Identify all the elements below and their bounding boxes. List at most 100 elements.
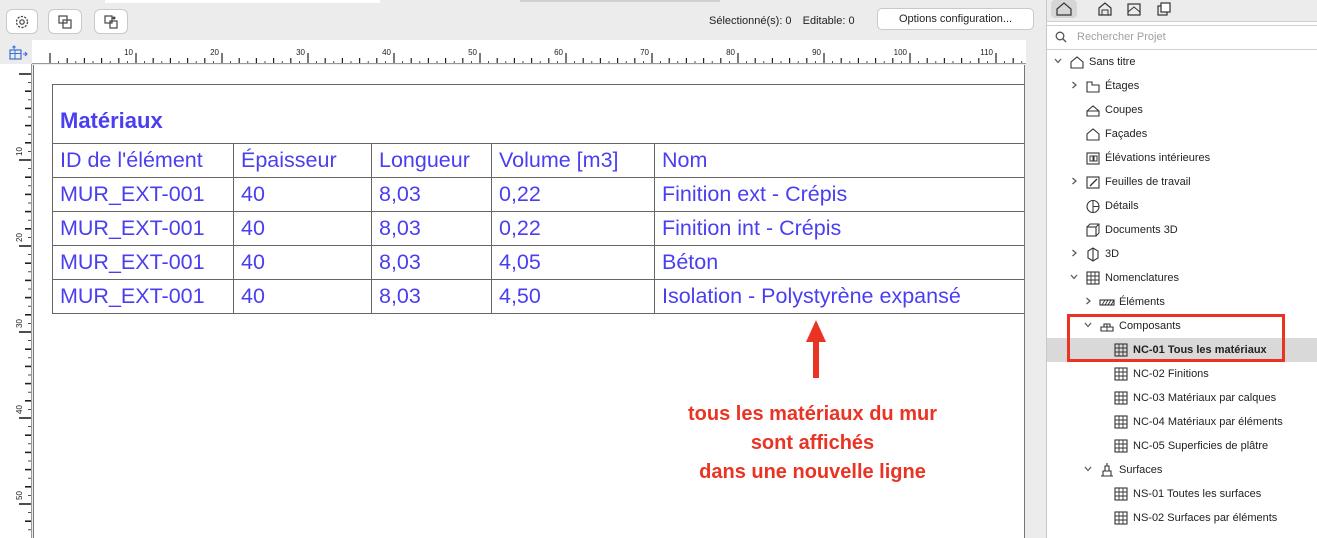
tree-item[interactable]: NC-04 Matériaux par éléments (1047, 410, 1317, 434)
tree-item-label: NS-02 Surfaces par éléments (1133, 512, 1278, 524)
tree-item[interactable]: Éléments (1047, 290, 1317, 314)
tree-item[interactable]: NS-01 Toutes les surfaces (1047, 482, 1317, 506)
tree-item-label: Détails (1105, 200, 1139, 212)
house-icon (1056, 2, 1072, 16)
ruler-corner-button[interactable] (6, 43, 30, 63)
table-row[interactable]: MUR_EXT-001 40 8,03 4,05 Béton (52, 245, 1024, 280)
tab-layout-book[interactable] (1121, 0, 1147, 18)
selection-info: Sélectionné(s): 0 Editable: 0 (709, 15, 863, 27)
cell-volume[interactable]: 4,50 (491, 279, 655, 314)
search-placeholder: Rechercher Projet (1077, 31, 1166, 43)
header-name[interactable]: Nom (654, 143, 1024, 178)
cell-thickness[interactable]: 40 (233, 211, 372, 246)
chevron-down-icon[interactable] (1083, 464, 1093, 474)
annotation-highlight-box (1067, 314, 1285, 362)
tree-item[interactable]: NC-03 Matériaux par calques (1047, 386, 1317, 410)
cell-length[interactable]: 8,03 (371, 211, 492, 246)
worksheet-icon (1086, 176, 1100, 189)
tab-project-map[interactable] (1051, 0, 1077, 18)
chevron-down-icon[interactable] (1069, 272, 1079, 282)
header-volume[interactable]: Volume [m3] (491, 143, 655, 178)
selected-count: Sélectionné(s): 0 (709, 15, 792, 27)
cell-name[interactable]: Finition ext - Crépis (654, 177, 1024, 212)
structure-button[interactable] (94, 9, 128, 34)
table-row[interactable]: MUR_EXT-001 40 8,03 0,22 Finition int - … (52, 211, 1024, 246)
settings-button[interactable] (6, 9, 38, 34)
tree-item[interactable]: Surfaces (1047, 458, 1317, 482)
interior-elevation-icon (1086, 152, 1100, 165)
ruler-label: 50 (468, 48, 477, 57)
annotation-line: sont affichés (750, 432, 875, 454)
tree-item[interactable]: 3D (1047, 242, 1317, 266)
chevron-right-icon[interactable] (1069, 80, 1079, 90)
tree-item-label: Nomenclatures (1105, 272, 1179, 284)
cell-volume[interactable]: 4,05 (491, 245, 655, 280)
top-toolbar: Sélectionné(s): 0 Editable: 0 Options co… (0, 0, 1040, 40)
table-row[interactable]: MUR_EXT-001 40 8,03 4,50 Isolation - Pol… (52, 279, 1024, 314)
table-icon (1114, 439, 1128, 453)
detail-icon (1086, 199, 1100, 214)
surfaces-icon (1101, 463, 1113, 477)
cell-thickness[interactable]: 40 (233, 245, 372, 280)
tree-item-label: Feuilles de travail (1105, 176, 1191, 188)
tree-item[interactable]: NC-05 Superficies de plâtre (1047, 434, 1317, 458)
tree-item-label: NC-02 Finitions (1133, 368, 1209, 380)
cell-length[interactable]: 8,03 (371, 279, 492, 314)
schedule-title: Matériaux (52, 84, 1024, 144)
horizontal-ruler-ticks: 10 20 30 40 50 60 70 80 90 100 110 (49, 48, 1023, 63)
header-thickness[interactable]: Épaisseur (233, 143, 372, 178)
tree-item-label: NC-03 Matériaux par calques (1133, 392, 1277, 404)
cell-element-id[interactable]: MUR_EXT-001 (52, 279, 234, 314)
cell-volume[interactable]: 0,22 (491, 211, 655, 246)
chevron-right-icon[interactable] (1069, 248, 1079, 258)
materials-schedule-table[interactable]: Matériaux ID de l'élément Épaisseur Long… (52, 84, 1024, 314)
tree-item-label: Façades (1105, 128, 1148, 140)
cell-name[interactable]: Finition int - Crépis (654, 211, 1024, 246)
tree-item[interactable]: Coupes (1047, 98, 1317, 122)
navigator-tabs (1047, 0, 1317, 22)
cell-element-id[interactable]: MUR_EXT-001 (52, 245, 234, 280)
tree-item[interactable]: Élévations intérieures (1047, 146, 1317, 170)
ruler-label: 30 (15, 319, 24, 328)
chevron-right-icon[interactable] (1069, 176, 1079, 186)
tree-item[interactable]: Étages (1047, 74, 1317, 98)
tree-item[interactable]: Feuilles de travail (1047, 170, 1317, 194)
document-3d-icon (1086, 223, 1100, 237)
tree-item[interactable]: Détails (1047, 194, 1317, 218)
tree-item-label: 3D (1105, 248, 1120, 260)
house-icon (1070, 56, 1084, 69)
cell-volume[interactable]: 0,22 (491, 177, 655, 212)
tree-item[interactable]: NC-02 Finitions (1047, 362, 1317, 386)
cell-element-id[interactable]: MUR_EXT-001 (52, 211, 234, 246)
tree-item[interactable]: Nomenclatures (1047, 266, 1317, 290)
header-length[interactable]: Longueur (371, 143, 492, 178)
project-search-field[interactable]: Rechercher Projet (1047, 25, 1317, 50)
cell-name[interactable]: Isolation - Polystyrène expansé (654, 279, 1024, 314)
layout-button[interactable] (48, 9, 82, 34)
tab-publisher-sets[interactable] (1151, 0, 1177, 18)
cell-element-id[interactable]: MUR_EXT-001 (52, 177, 234, 212)
horizontal-ruler[interactable]: 10 20 30 40 50 60 70 80 90 100 110 (32, 40, 1026, 64)
cell-thickness[interactable]: 40 (233, 177, 372, 212)
tree-item[interactable]: NS-02 Surfaces par éléments (1047, 506, 1317, 530)
vertical-ruler-ticks: 10 20 30 40 50 (15, 73, 31, 531)
vertical-ruler[interactable]: 10 20 30 40 50 (0, 64, 32, 538)
header-element-id[interactable]: ID de l'élément (52, 143, 234, 178)
chevron-right-icon[interactable] (1083, 296, 1093, 306)
editable-count: Editable: 0 (802, 15, 855, 27)
cell-length[interactable]: 8,03 (371, 177, 492, 212)
cell-thickness[interactable]: 40 (233, 279, 372, 314)
cell-length[interactable]: 8,03 (371, 245, 492, 280)
project-tree[interactable]: Sans titre Étages Coupes Façades Élévations … (1047, 50, 1317, 530)
tree-item[interactable]: Façades (1047, 122, 1317, 146)
ruler-label: 70 (640, 48, 649, 57)
options-configuration-button[interactable]: Options configuration... (877, 8, 1034, 30)
tab-view-map[interactable] (1092, 0, 1118, 18)
tree-item[interactable]: Documents 3D (1047, 218, 1317, 242)
table-row[interactable]: MUR_EXT-001 40 8,03 0,22 Finition ext - … (52, 177, 1024, 212)
table-settings-icon (9, 45, 28, 60)
chevron-down-icon[interactable] (1053, 56, 1063, 66)
annotation-text: tous les matériaux du mur sont affichés … (600, 400, 1025, 487)
tree-item[interactable]: Sans titre (1047, 50, 1317, 74)
cell-name[interactable]: Béton (654, 245, 1024, 280)
